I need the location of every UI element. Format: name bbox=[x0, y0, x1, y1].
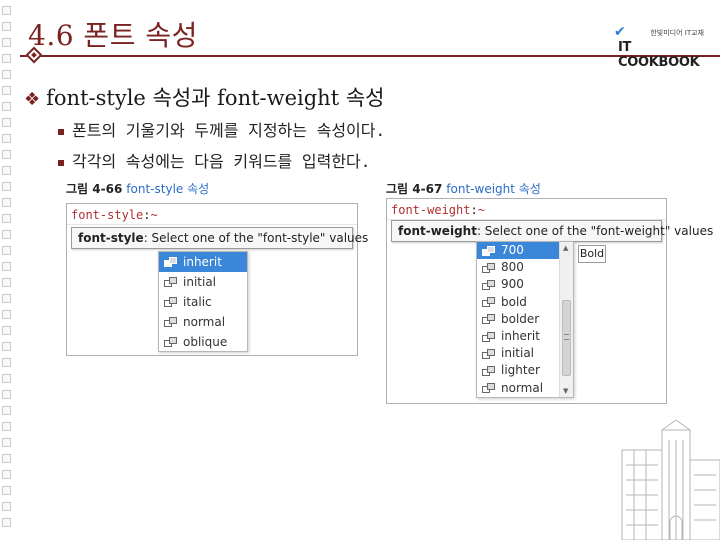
autocomplete-item[interactable]: normal bbox=[159, 312, 247, 332]
main-bullet-text: font-style 속성과 font-weight 속성 bbox=[46, 86, 385, 110]
left-decorative-strip bbox=[0, 0, 16, 540]
keyword-icon bbox=[482, 365, 495, 376]
autocomplete-item-label: initial bbox=[501, 346, 534, 361]
keyword-icon bbox=[482, 262, 495, 273]
keyword-icon bbox=[164, 337, 177, 347]
keyword-icon bbox=[482, 245, 495, 256]
autocomplete-list[interactable]: 700 800 900 bold bolder inherit initial … bbox=[476, 241, 574, 398]
slide-title: 4.6 폰트 속성 bbox=[28, 19, 198, 52]
keyword-icon bbox=[482, 297, 495, 308]
logo-text: IT COOKBOOK bbox=[618, 40, 700, 70]
figure2-editor-screenshot: font-weight:~ font-weight: Select one of… bbox=[386, 198, 713, 404]
figure2-caption-number: 그림 4-67 bbox=[386, 182, 443, 196]
code-cursor: ~ bbox=[150, 208, 158, 222]
code-property: font-style bbox=[71, 208, 144, 222]
figure2-caption-name: font-weight 속성 bbox=[446, 182, 541, 196]
autocomplete-item-label: inherit bbox=[183, 255, 222, 269]
autocomplete-item-label: bolder bbox=[501, 311, 540, 326]
autocomplete-item-label: bold bbox=[501, 294, 527, 309]
autocomplete-item-label: 700 bbox=[501, 243, 524, 257]
building-illustration bbox=[621, 420, 720, 540]
scroll-up-arrow-icon[interactable]: ▲ bbox=[563, 244, 568, 252]
keyword-icon bbox=[164, 257, 177, 267]
scrollbar-thumb[interactable] bbox=[562, 300, 571, 376]
publisher-logo: ✔ 한빛미디어 IT교재 IT COOKBOOK bbox=[608, 24, 708, 70]
code-property: font-weight bbox=[391, 203, 471, 217]
autocomplete-item-label: 900 bbox=[501, 277, 524, 292]
checkmark-icon: ✔ bbox=[614, 24, 626, 40]
main-bullet: ❖ font-style 속성과 font-weight 속성 bbox=[24, 82, 384, 112]
code-line: font-style:~ bbox=[71, 208, 158, 222]
hint-text: : Select one of the "font-style" values bbox=[143, 231, 369, 245]
autocomplete-item[interactable]: italic bbox=[159, 292, 247, 312]
autocomplete-item-label: inherit bbox=[501, 328, 540, 343]
code-cursor: ~ bbox=[477, 203, 485, 217]
scroll-down-arrow-icon[interactable]: ▼ bbox=[563, 387, 568, 395]
autocomplete-item[interactable]: initial bbox=[159, 272, 247, 292]
autocomplete-item-label: normal bbox=[183, 315, 226, 329]
logo-subtitle: 한빛미디어 IT교재 bbox=[650, 29, 704, 37]
autocomplete-list[interactable]: inherit initial italic normal oblique bbox=[158, 251, 248, 352]
keyword-icon bbox=[164, 277, 177, 287]
keyword-icon bbox=[164, 297, 177, 307]
grip-icon bbox=[564, 334, 569, 340]
keyword-icon bbox=[482, 383, 495, 394]
code-line: font-weight:~ bbox=[391, 203, 485, 217]
keyword-icon bbox=[164, 317, 177, 327]
autocomplete-item[interactable]: oblique bbox=[159, 332, 247, 352]
hint-property: font-style bbox=[78, 231, 144, 245]
autocomplete-item-label: lighter bbox=[501, 363, 540, 378]
sub-bullet: 폰트의 기울기와 두께를 지정하는 속성이다. bbox=[58, 117, 385, 141]
diamond-bullet-icon: ❖ bbox=[24, 89, 41, 110]
sub-bullet-text: 각각의 속성에는 다음 키워드를 입력한다. bbox=[72, 152, 371, 171]
autocomplete-item[interactable]: inherit bbox=[159, 252, 247, 272]
figure1-caption-name: font-style 속성 bbox=[126, 182, 210, 196]
square-bullet-icon bbox=[58, 159, 64, 166]
autocomplete-item-label: 800 bbox=[501, 260, 524, 275]
autocomplete-item-label: italic bbox=[183, 295, 212, 309]
figure1-caption-number: 그림 4-66 bbox=[66, 182, 123, 196]
keyword-icon bbox=[482, 279, 495, 290]
autocomplete-item-label: initial bbox=[183, 275, 216, 289]
keyword-icon bbox=[482, 331, 495, 342]
figure1-editor-screenshot: font-style:~ font-style: Select one of t… bbox=[66, 203, 368, 356]
value-tooltip: Bold bbox=[578, 245, 606, 263]
figure2-caption: 그림 4-67 font-weight 속성 bbox=[386, 180, 541, 197]
sub-bullet-text: 폰트의 기울기와 두께를 지정하는 속성이다. bbox=[72, 121, 386, 140]
square-bullet-icon bbox=[58, 128, 64, 135]
autocomplete-scrollbar[interactable]: ▲ ▼ bbox=[559, 242, 573, 397]
intellisense-hint: font-style: Select one of the "font-styl… bbox=[71, 227, 368, 249]
code-line-divider bbox=[67, 224, 357, 225]
keyword-icon bbox=[482, 348, 495, 359]
keyword-icon bbox=[482, 314, 495, 325]
hint-property: font-weight bbox=[398, 224, 477, 238]
hint-text: : Select one of the "font-weight" values bbox=[476, 224, 714, 238]
autocomplete-item-label: normal bbox=[501, 380, 544, 395]
figure1-caption: 그림 4-66 font-style 속성 bbox=[66, 180, 209, 197]
autocomplete-item-label: oblique bbox=[183, 335, 228, 349]
code-colon: : bbox=[470, 203, 478, 217]
intellisense-hint: font-weight: Select one of the "font-wei… bbox=[391, 220, 713, 242]
sub-bullet: 각각의 속성에는 다음 키워드를 입력한다. bbox=[58, 148, 370, 172]
